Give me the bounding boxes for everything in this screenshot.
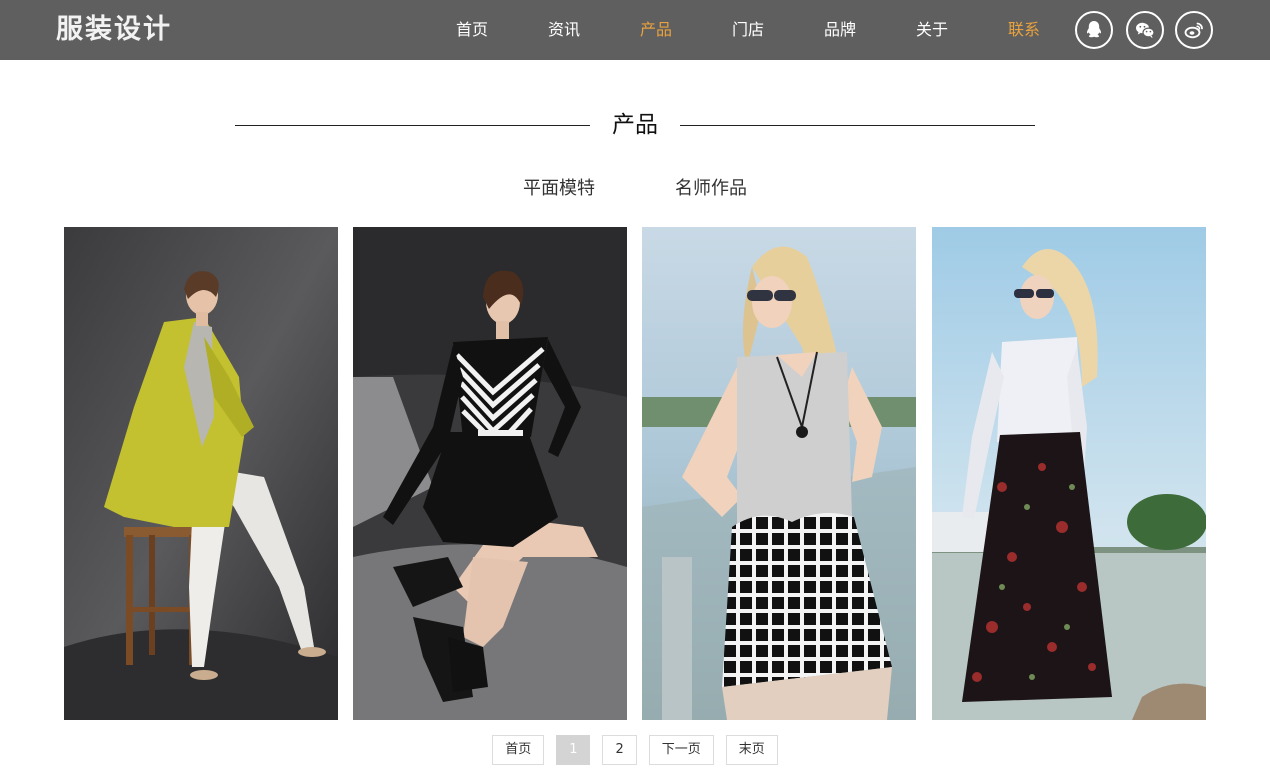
nav-item-contact[interactable]: 联系 — [978, 0, 1070, 60]
page-last-button[interactable]: 末页 — [725, 735, 778, 765]
nav-item-stores[interactable]: 门店 — [702, 0, 794, 60]
main-nav: 首页 资讯 产品 门店 品牌 关于 联系 — [426, 0, 1070, 60]
site-logo[interactable]: 服装设计 — [56, 12, 172, 48]
model-yellow-coat-image — [64, 227, 338, 720]
pagination: 首页 1 2 下一页 末页 — [0, 735, 1270, 765]
product-card-floral-skirt[interactable] — [932, 227, 1206, 720]
top-navbar: 服装设计 首页 资讯 产品 门店 品牌 关于 联系 — [0, 0, 1270, 60]
nav-item-about[interactable]: 关于 — [886, 0, 978, 60]
nav-item-brand[interactable]: 品牌 — [794, 0, 886, 60]
page-first-button[interactable]: 首页 — [492, 735, 545, 765]
nav-item-products[interactable]: 产品 — [610, 0, 702, 60]
category-tabs: 平面模特 名师作品 — [0, 175, 1270, 203]
weibo-button[interactable] — [1175, 11, 1213, 49]
model-striped-dress-image — [353, 227, 627, 720]
nav-item-news[interactable]: 资讯 — [518, 0, 610, 60]
section-title: 产品 — [612, 112, 658, 138]
product-card-yellow-coat[interactable] — [64, 227, 338, 720]
wechat-button[interactable] — [1126, 11, 1164, 49]
qq-button[interactable] — [1075, 11, 1113, 49]
model-checkered-dress-image — [642, 227, 916, 720]
page-2-button[interactable]: 2 — [602, 735, 637, 765]
page-1-button[interactable]: 1 — [556, 735, 591, 765]
qq-icon — [1087, 21, 1101, 38]
tab-master-works[interactable]: 名师作品 — [675, 175, 747, 203]
product-gallery — [64, 227, 1206, 720]
model-floral-skirt-image — [932, 227, 1206, 720]
section-heading: 产品 — [235, 105, 1035, 145]
divider-left — [235, 125, 590, 126]
product-card-striped-dress[interactable] — [353, 227, 627, 720]
divider-right — [680, 125, 1035, 126]
page-next-button[interactable]: 下一页 — [648, 735, 714, 765]
nav-item-home[interactable]: 首页 — [426, 0, 518, 60]
tab-print-models[interactable]: 平面模特 — [523, 175, 595, 203]
wechat-icon — [1136, 22, 1155, 38]
weibo-icon — [1184, 22, 1203, 39]
product-card-checkered-dress[interactable] — [642, 227, 916, 720]
